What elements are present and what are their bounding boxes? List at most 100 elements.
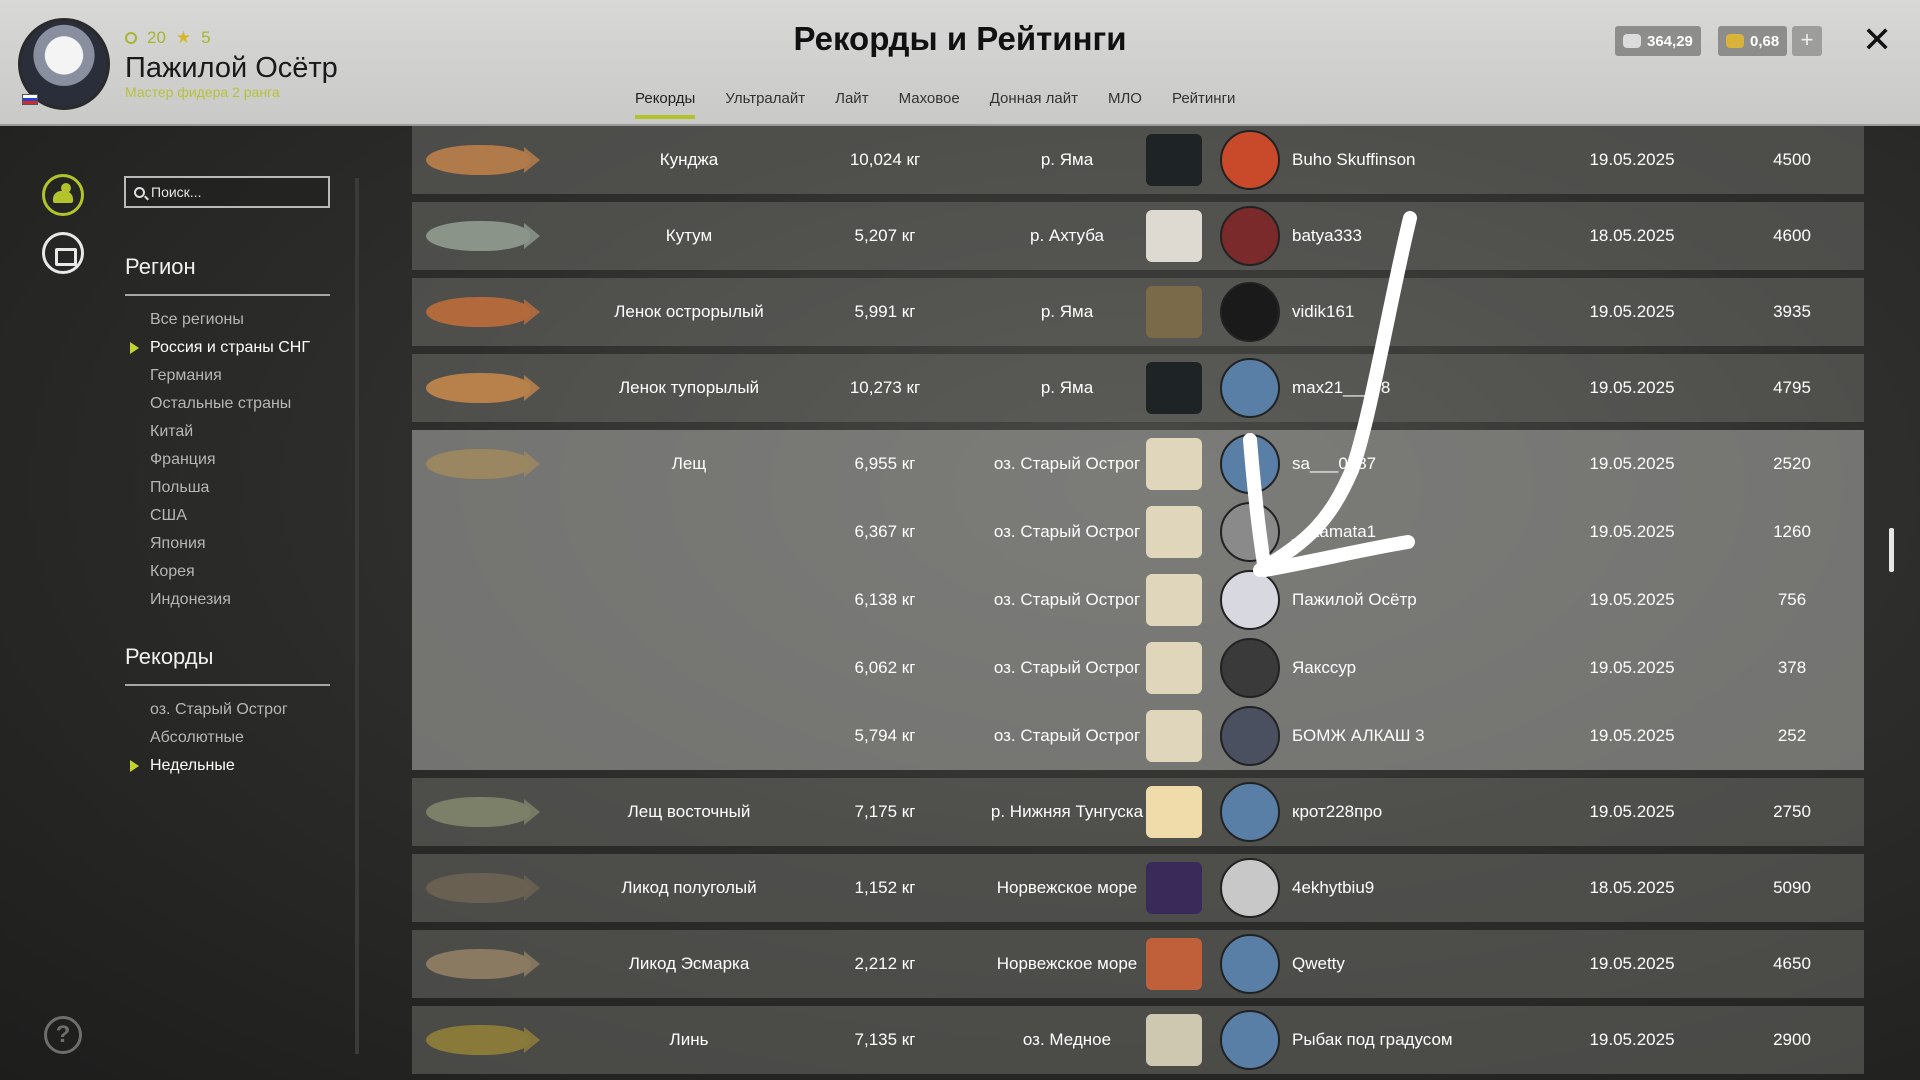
table-row[interactable]: Ликод Эсмарка 2,212 кг Норвежское море Qwet… [412, 930, 1864, 998]
group-entry-4-weight: 5,794 кг [854, 726, 916, 745]
search-field[interactable] [124, 176, 330, 208]
archive-icon[interactable] [42, 232, 84, 274]
region-item-3[interactable]: Остальные страны [150, 390, 310, 418]
region-item-7[interactable]: США [150, 502, 310, 530]
group-entry-0-username[interactable]: sa___0587 [1292, 454, 1376, 474]
row-after-1-score: 5090 [1773, 878, 1811, 897]
help-icon[interactable]: ? [44, 1016, 82, 1054]
row-0-username[interactable]: Buho Skuffinson [1292, 150, 1416, 170]
row-after-3-weight: 7,135 кг [854, 1030, 916, 1049]
row-after-3-user-avatar[interactable] [1220, 1010, 1280, 1070]
group-entry-4-username[interactable]: БОМЖ АЛКАШ 3 [1292, 726, 1425, 746]
region-item-1[interactable]: Россия и страны СНГ [130, 334, 310, 362]
group-entry-0-fish-image [426, 449, 540, 479]
table-row[interactable]: Ленок острорылый 5,991 кг р. Яма vidik161 19… [412, 278, 1864, 346]
tab-6[interactable]: Рейтинги [1157, 88, 1250, 109]
row-after-2-fish-image [426, 949, 540, 979]
table-row[interactable]: Линь 7,135 кг оз. Медное Рыбак под градусом… [412, 1006, 1864, 1074]
row-0-fish-name: Кунджа [659, 150, 719, 169]
tab-4[interactable]: Донная лайт [975, 88, 1093, 109]
group-entry-2-username[interactable]: Пажилой Осётр [1292, 590, 1417, 610]
row-2-fish-name: Ленок острорылый [614, 302, 764, 321]
row-after-0-user-avatar[interactable] [1220, 782, 1280, 842]
row-after-2-user-avatar[interactable] [1220, 934, 1280, 994]
row-2-username[interactable]: vidik161 [1292, 302, 1354, 322]
sidebar-divider [355, 178, 359, 1054]
region-item-10[interactable]: Индонезия [150, 586, 310, 614]
row-1-weight: 5,207 кг [854, 226, 916, 245]
tab-2[interactable]: Лайт [820, 88, 883, 109]
tab-3[interactable]: Маховое [884, 88, 975, 109]
region-divider [125, 294, 330, 296]
row-0-user-avatar[interactable] [1220, 130, 1280, 190]
region-item-9[interactable]: Корея [150, 558, 310, 586]
group-entry-0-fish-name: Лещ [671, 454, 707, 473]
header-bar: 20 ★ 5 Пажилой Осётр Мастер фидера 2 ран… [0, 0, 1920, 126]
tab-bar: Рекорды Ультралайт Лайт Маховое Донная лайт М… [620, 88, 1250, 119]
row-2-user-avatar[interactable] [1220, 282, 1280, 342]
group-entry-4-user-avatar[interactable] [1220, 706, 1280, 766]
tab-0[interactable]: Рекорды [620, 88, 710, 119]
row-after-3-fish-image [426, 1025, 540, 1055]
table-row[interactable]: Ликод полуголый 1,152 кг Норвежское море 4e… [412, 854, 1864, 922]
region-section-title: Регион [125, 254, 196, 279]
group-entry-3-date: 19.05.2025 [1589, 658, 1675, 677]
region-item-2[interactable]: Германия [150, 362, 310, 390]
group-entry-3-bait-image [1146, 642, 1202, 694]
row-after-1-user-avatar[interactable] [1220, 858, 1280, 918]
row-3-username[interactable]: max21___08 [1292, 378, 1390, 398]
scrollbar-thumb[interactable] [1889, 528, 1894, 572]
region-item-4[interactable]: Китай [150, 418, 310, 446]
row-after-0-score: 2750 [1773, 802, 1811, 821]
group-entry-2-weight: 6,138 кг [854, 590, 916, 609]
records-list: оз. Старый Острог Абсолютные Недельные [130, 696, 288, 780]
close-button[interactable]: ✕ [1862, 22, 1892, 58]
row-after-0-username[interactable]: крот228про [1292, 802, 1382, 822]
row-2-score: 3935 [1773, 302, 1811, 321]
table-row[interactable]: Лещ восточный 7,175 кг р. Нижняя Тунгуска к… [412, 778, 1864, 846]
region-item-8[interactable]: Япония [150, 530, 310, 558]
row-after-3-username[interactable]: Рыбак под градусом [1292, 1030, 1453, 1050]
group-entry-1-user-avatar[interactable] [1220, 502, 1280, 562]
region-item-5[interactable]: Франция [150, 446, 310, 474]
table-row[interactable]: Кунджа 10,024 кг р. Яма Buho Skuffinson 19.0… [412, 126, 1864, 194]
region-item-0[interactable]: Все регионы [150, 306, 310, 334]
tab-1[interactable]: Ультралайт [710, 88, 820, 109]
records-section-title: Рекорды [125, 644, 214, 669]
row-3-user-avatar[interactable] [1220, 358, 1280, 418]
records-item-1[interactable]: Абсолютные [150, 724, 288, 752]
row-after-3-date: 19.05.2025 [1589, 1030, 1675, 1049]
search-icon [134, 186, 145, 198]
silver-balance: 364,29 [1615, 26, 1701, 56]
country-flag-icon [22, 94, 38, 105]
group-entry-1-username[interactable]: __kamata1 [1292, 522, 1376, 542]
table-row[interactable]: Кутум 5,207 кг р. Ахтуба batya333 18.05.2025… [412, 202, 1864, 270]
table-row[interactable]: Ленок тупорылый 10,273 кг р. Яма max21___08… [412, 354, 1864, 422]
table-row-expanded[interactable]: Лещ 6,955 кг оз. Старый Острог sa___0587 19.… [412, 430, 1864, 770]
gold-balance: 0,68 [1718, 26, 1788, 56]
add-currency-button[interactable]: + [1792, 26, 1822, 56]
region-item-6[interactable]: Польша [150, 474, 310, 502]
group-entry-3-user-avatar[interactable] [1220, 638, 1280, 698]
row-3-bait-image [1146, 362, 1202, 414]
gold-coin-icon [1726, 34, 1744, 48]
group-entry-0-user-avatar[interactable] [1220, 434, 1280, 494]
silver-coin-icon [1623, 34, 1641, 48]
records-item-0[interactable]: оз. Старый Острог [150, 696, 288, 724]
group-entry-3-username[interactable]: Яакссур [1292, 658, 1356, 678]
row-0-score: 4500 [1773, 150, 1811, 169]
records-item-2[interactable]: Недельные [130, 752, 288, 780]
row-1-score: 4600 [1773, 226, 1811, 245]
group-entry-2-bait-image [1146, 574, 1202, 626]
row-1-user-avatar[interactable] [1220, 206, 1280, 266]
group-entry-2-user-avatar[interactable] [1220, 570, 1280, 630]
row-after-0-weight: 7,175 кг [854, 802, 916, 821]
row-after-2-username[interactable]: Qwetty [1292, 954, 1345, 974]
friends-icon[interactable] [42, 174, 84, 216]
search-input[interactable] [151, 184, 311, 200]
tab-5[interactable]: МЛО [1093, 88, 1157, 109]
row-1-username[interactable]: batya333 [1292, 226, 1362, 246]
row-after-1-bait-image [1146, 862, 1202, 914]
row-after-1-username[interactable]: 4ekhytbiu9 [1292, 878, 1374, 898]
row-3-weight: 10,273 кг [849, 378, 921, 397]
